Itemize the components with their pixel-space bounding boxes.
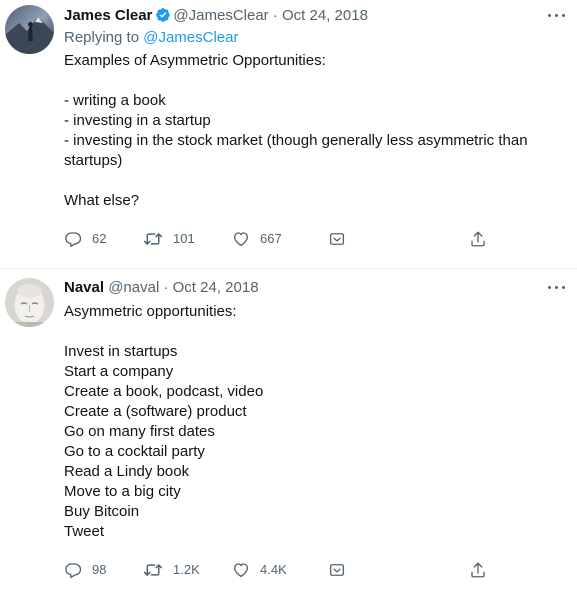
- reply-icon: [64, 230, 82, 248]
- share-button[interactable]: [469, 229, 487, 249]
- tweet-text: Asymmetric opportunities: Invest in star…: [64, 303, 264, 540]
- tweet-date[interactable]: Oct 24, 2018: [282, 7, 368, 24]
- more-icon[interactable]: [547, 281, 567, 295]
- like-count: 4.4K: [260, 562, 287, 577]
- tweet-james-clear[interactable]: James Clear @JamesClear · Oct 24, 2018 Re…: [0, 0, 577, 268]
- author-name[interactable]: James Clear: [64, 7, 152, 24]
- retweet-button[interactable]: 101: [143, 229, 195, 249]
- tweet-header: Naval @naval · Oct 24, 2018: [64, 278, 259, 298]
- tweet-header: James Clear @JamesClear · Oct 24, 2018: [64, 6, 368, 26]
- author-name[interactable]: Naval: [64, 279, 104, 296]
- tweet-text: Examples of Asymmetric Opportunities: - …: [64, 52, 528, 209]
- like-icon: [232, 561, 250, 579]
- reply-button[interactable]: 98: [64, 560, 106, 580]
- verified-badge-icon: [155, 7, 171, 23]
- more-icon[interactable]: [547, 9, 567, 23]
- author-handle[interactable]: @JamesClear: [173, 7, 268, 24]
- retweet-icon: [143, 561, 163, 579]
- dm-icon: [328, 561, 346, 579]
- like-icon: [232, 230, 250, 248]
- replying-to: Replying to @JamesClear: [64, 28, 238, 48]
- tweet-actions: 62 101 667: [64, 229, 494, 249]
- reply-icon: [64, 561, 82, 579]
- reply-count: 98: [92, 562, 107, 577]
- dm-icon: [328, 230, 346, 248]
- retweet-count: 101: [173, 231, 195, 246]
- avatar-james-clear[interactable]: [5, 5, 54, 54]
- share-icon: [469, 230, 487, 248]
- replying-to-handle[interactable]: @JamesClear: [143, 29, 238, 46]
- retweet-button[interactable]: 1.2K: [143, 560, 200, 580]
- avatar-naval[interactable]: [5, 278, 54, 327]
- like-count: 667: [260, 231, 282, 246]
- like-button[interactable]: 667: [232, 229, 282, 249]
- tweet-naval[interactable]: Naval @naval · Oct 24, 2018 Asymmetric o…: [0, 268, 577, 592]
- dm-button[interactable]: [328, 560, 346, 580]
- tweet-actions: 98 1.2K 4.4K: [64, 560, 494, 580]
- reply-count: 62: [92, 231, 107, 246]
- reply-button[interactable]: 62: [64, 229, 106, 249]
- tweet-date[interactable]: Oct 24, 2018: [173, 279, 259, 296]
- retweet-icon: [143, 230, 163, 248]
- share-icon: [469, 561, 487, 579]
- author-handle[interactable]: @naval: [108, 279, 159, 296]
- share-button[interactable]: [469, 560, 487, 580]
- like-button[interactable]: 4.4K: [232, 560, 287, 580]
- retweet-count: 1.2K: [173, 562, 200, 577]
- dm-button[interactable]: [328, 229, 346, 249]
- replying-to-label: Replying to: [64, 29, 140, 46]
